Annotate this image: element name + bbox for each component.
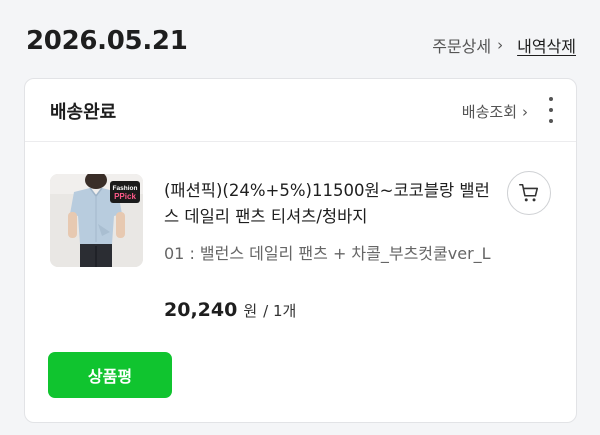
delivery-status: 배송완료	[50, 102, 117, 123]
chevron-right-icon: ›	[522, 102, 528, 121]
order-detail-link[interactable]: 주문상세 ›	[432, 33, 503, 57]
price-row: 20,240 원 / 1개	[164, 299, 296, 321]
product-name[interactable]: (패션픽)(24%+5%)11500원~코코블랑 밸런스 데일리 팬츠 티셔츠/…	[164, 178, 494, 230]
product-option: 01 : 밸런스 데일리 팬츠 + 차콜_부츠컷쿨ver_L	[164, 244, 491, 263]
order-date: 2026.05.21	[26, 26, 188, 56]
order-header-links: 주문상세 › 내역삭제	[432, 33, 576, 57]
product-quantity: / 1개	[263, 302, 297, 320]
track-delivery-link[interactable]: 배송조회 ›	[462, 101, 528, 122]
thumbnail-badge-line2: PPick	[114, 192, 136, 201]
order-header: 2026.05.21 주문상세 › 내역삭제	[0, 0, 600, 80]
cart-icon	[519, 183, 539, 202]
track-delivery-label: 배송조회	[461, 103, 517, 121]
order-card: 배송완료 배송조회 › Fashion PPick (패션픽)(24%+5%)1…	[24, 78, 577, 423]
card-header: 배송완료 배송조회 ›	[25, 79, 576, 142]
chevron-right-icon: ›	[497, 36, 504, 54]
more-vertical-icon[interactable]	[544, 97, 558, 123]
add-to-cart-button[interactable]	[507, 171, 551, 215]
delete-history-link[interactable]: 내역삭제	[517, 33, 576, 57]
thumbnail-badge-line1: Fashion	[113, 185, 138, 192]
product-price: 20,240	[164, 299, 238, 321]
product-photo: Fashion PPick	[50, 174, 143, 267]
order-detail-label: 주문상세	[432, 37, 492, 56]
write-review-button[interactable]: 상품평	[48, 352, 172, 398]
price-unit: 원	[243, 302, 258, 320]
product-thumbnail[interactable]: Fashion PPick	[50, 174, 143, 267]
